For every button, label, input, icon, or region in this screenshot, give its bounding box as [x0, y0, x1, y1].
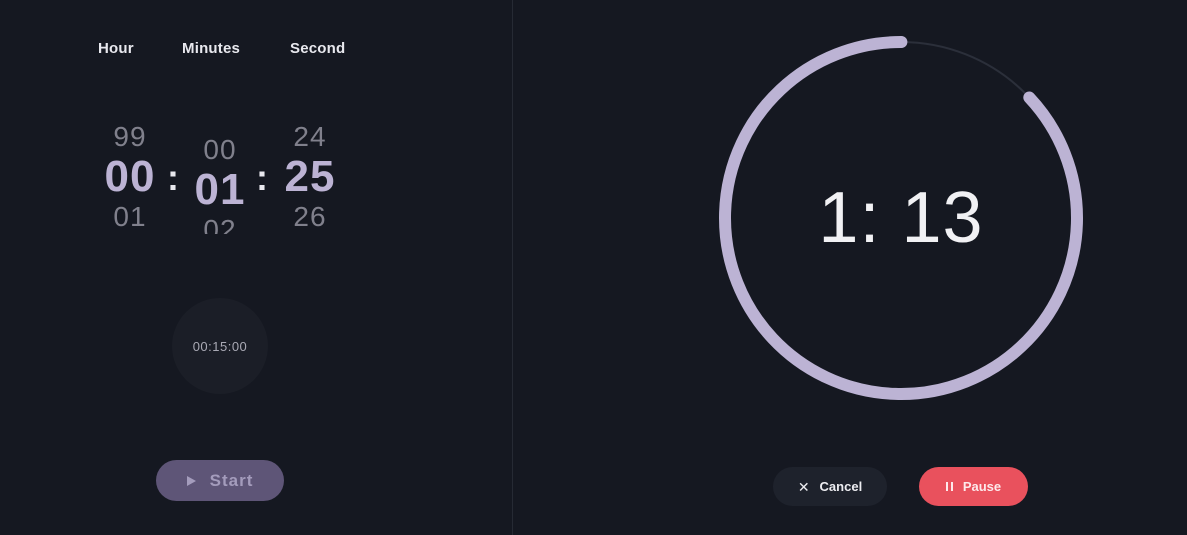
- hour-next-value[interactable]: 01: [90, 202, 170, 232]
- close-icon: ✕: [797, 478, 810, 495]
- second-header: Second: [290, 40, 346, 57]
- pause-icon: [945, 482, 953, 491]
- hour-current-value[interactable]: 00: [90, 152, 170, 202]
- start-button[interactable]: Start: [156, 460, 284, 501]
- pause-button[interactable]: Pause: [919, 467, 1028, 506]
- play-icon: [186, 475, 196, 486]
- countdown-display: 1: 13: [818, 178, 984, 258]
- second-next-value[interactable]: 26: [270, 202, 350, 232]
- countdown-panel: 1: 13 ✕ Cancel Pause: [513, 0, 1187, 535]
- timer-app: Hour Minutes Second 99 00 01 : 00 01 02 …: [0, 0, 1187, 535]
- hour-prev-value[interactable]: 99: [90, 122, 170, 152]
- minutes-current-value[interactable]: 01: [180, 165, 260, 215]
- hour-header: Hour: [98, 40, 134, 57]
- minutes-prev-value[interactable]: 00: [180, 135, 260, 165]
- minutes-next-value[interactable]: 02: [180, 215, 260, 235]
- minutes-header: Minutes: [182, 40, 241, 57]
- second-picker[interactable]: 24 25 26: [270, 122, 350, 234]
- minute-second-separator: :: [256, 157, 268, 198]
- minutes-picker[interactable]: 00 01 02: [180, 135, 260, 234]
- hour-picker[interactable]: 99 00 01: [90, 122, 170, 234]
- second-prev-value[interactable]: 24: [270, 122, 350, 152]
- cancel-button[interactable]: ✕ Cancel: [773, 467, 887, 506]
- cancel-label: Cancel: [819, 479, 863, 494]
- preset-time-button[interactable]: 00:15:00: [172, 298, 268, 394]
- second-current-value[interactable]: 25: [270, 152, 350, 202]
- pause-label: Pause: [962, 479, 1002, 494]
- start-label: Start: [209, 470, 254, 490]
- hour-minute-separator: :: [167, 157, 179, 198]
- timer-setup-panel: Hour Minutes Second 99 00 01 : 00 01 02 …: [0, 0, 512, 535]
